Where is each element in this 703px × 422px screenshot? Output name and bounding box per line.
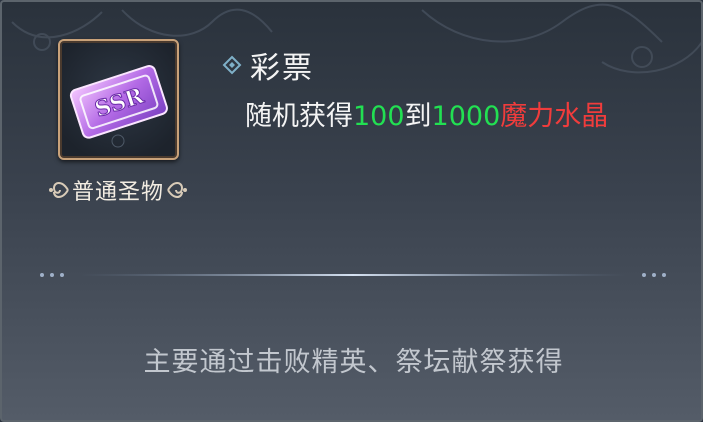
item-tooltip-panel: SSR 普通圣物 彩票 随机获得100到1000魔力水晶 主要通过击败精英、祭坛… (0, 0, 703, 422)
max-amount: 1000 (431, 101, 501, 132)
description-to: 到 (404, 101, 432, 132)
rarity-badge: 普通圣物 (42, 172, 194, 208)
item-icon-frame: SSR (58, 39, 179, 160)
ssr-ticket-icon: SSR (69, 65, 168, 148)
item-source-text: 主要通过击败精英、祭坛献祭获得 (143, 347, 564, 378)
description-prefix: 随机获得 (245, 101, 353, 132)
item-title-row: 彩票 (222, 45, 314, 86)
diamond-bullet-icon (222, 55, 242, 75)
reward-name: 魔力水晶 (500, 101, 609, 132)
item-name: 彩票 (250, 51, 314, 86)
right-flourish-icon (167, 182, 187, 198)
item-description: 随机获得100到1000魔力水晶 (245, 94, 608, 133)
left-flourish-icon (48, 182, 69, 198)
rarity-label: 普通圣物 (71, 180, 164, 205)
section-divider (40, 273, 666, 277)
min-amount: 100 (353, 101, 405, 132)
